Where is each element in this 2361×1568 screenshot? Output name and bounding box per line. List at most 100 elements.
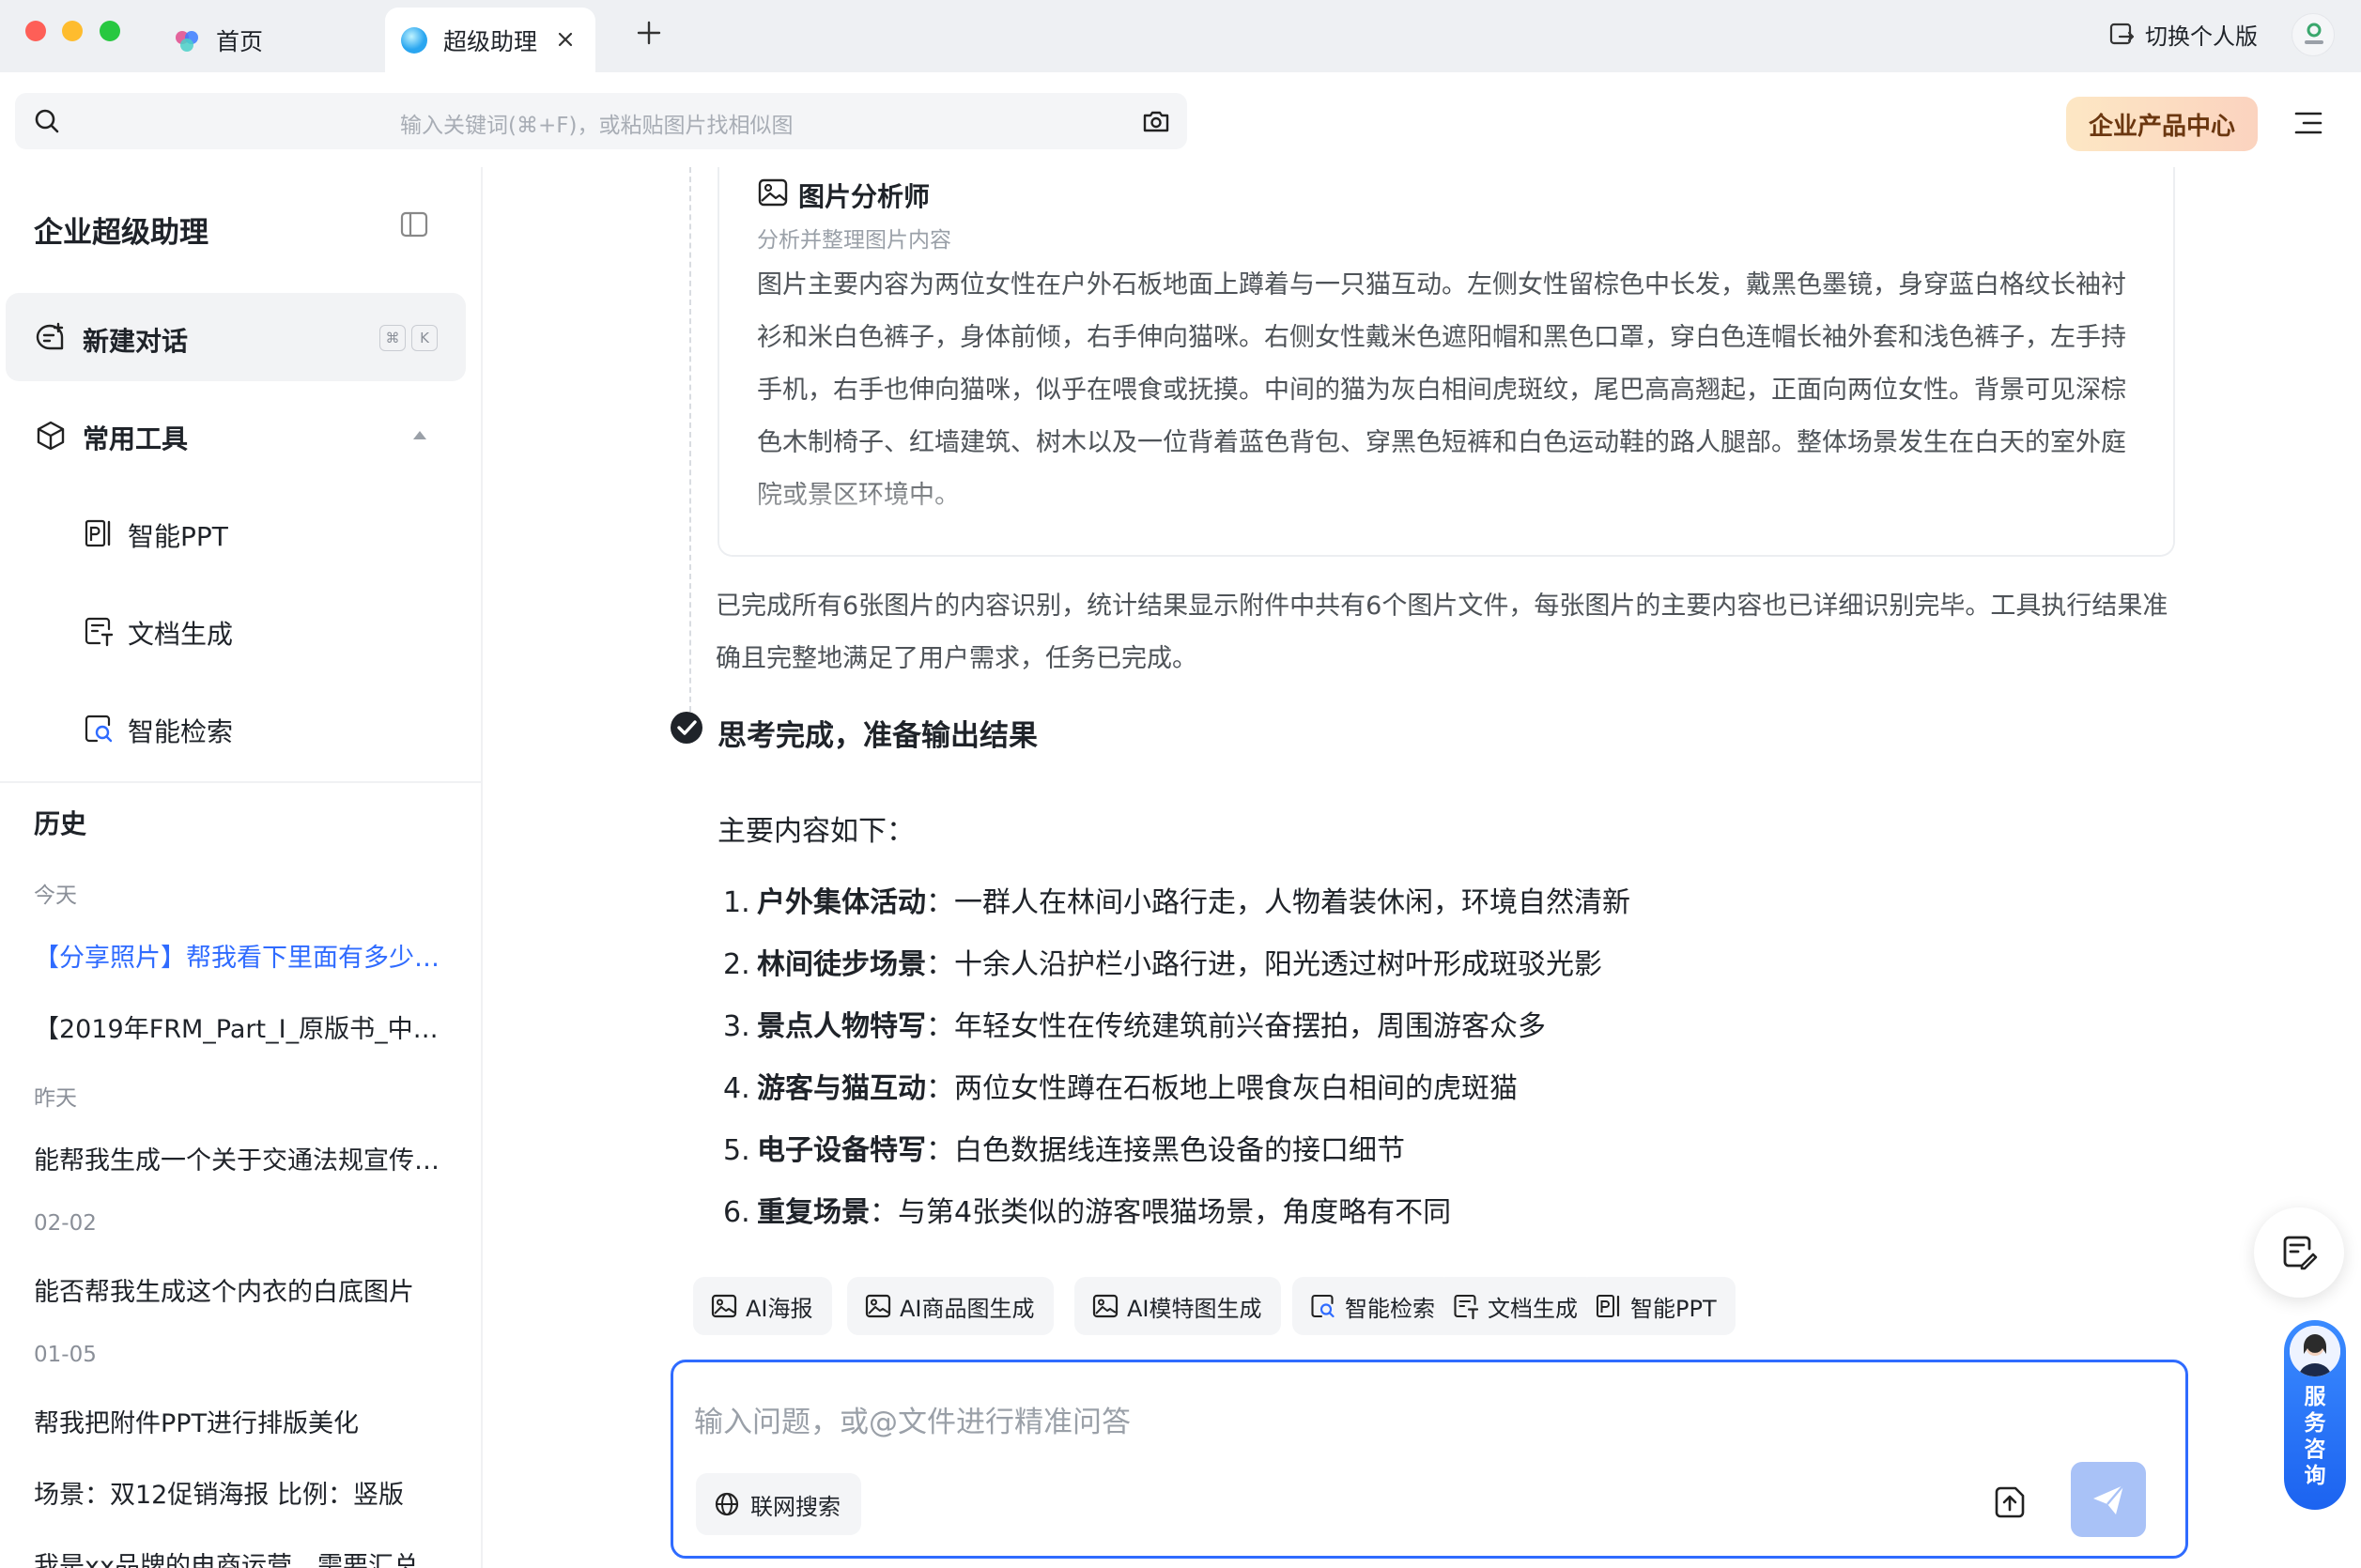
send-icon [2088,1479,2129,1520]
web-search-label: 联网搜索 [750,1493,841,1520]
list-number: 1. [723,886,750,919]
history-item[interactable]: 能帮我生成一个关于交通法规宣传的海报吗 [34,1140,447,1176]
send-button[interactable] [2071,1462,2146,1537]
switch-icon [2107,20,2136,48]
history-item[interactable]: 【2019年FRM_Part_I_原版书_中文翻译版 [34,1008,447,1045]
chip-ai-model-image[interactable]: AI模特图生成 [1074,1277,1281,1335]
sidebar-title: 企业超级助理 [34,216,208,250]
thinking-timeline [689,167,691,712]
chip-smart-ppt[interactable]: 智能PPT [1578,1277,1736,1335]
image-icon [757,177,789,208]
common-tools-toggle[interactable]: 常用工具 [34,417,447,454]
shortcut-command-key: ⌘ [379,325,406,351]
history-group-label: 昨天 [34,1086,77,1111]
list-item-desc: ：一群人在林间小路行走，人物着装休闲，环境自然清新 [926,886,1630,919]
new-tab-plus-icon[interactable] [635,19,663,47]
result-intro: 主要内容如下： [718,815,915,848]
chip-label: 文档生成 [1488,1295,1578,1322]
doc-generate-icon [83,614,115,648]
list-item-title: 游客与猫互动 [757,1072,926,1105]
chip-smart-search[interactable]: 智能检索 [1292,1277,1454,1335]
check-circle-icon [669,710,704,746]
list-number: 3. [723,1010,750,1043]
sidebar-collapse-icon[interactable] [398,208,430,240]
switch-personal-button[interactable]: 切换个人版 [2107,17,2258,51]
tool-summary-text: 已完成所有6张图片的内容识别，统计结果显示附件中共有6个图片文件，每张图片的主要… [716,592,2168,673]
service-consult-button[interactable]: 服务咨询 [2284,1320,2346,1510]
menu-icon[interactable] [2292,106,2325,140]
list-item-desc: ：白色数据线连接黑色设备的接口细节 [926,1134,1405,1167]
history-group-label: 01-05 [34,1343,97,1367]
list-item-title: 电子设备特写 [757,1134,926,1167]
list-item-desc: ：年轻女性在传统建筑前兴奋摆拍，周围游客众多 [926,1010,1546,1043]
image-analyst-card: 图片分析师 分析并整理图片内容 图片主要内容为两位女性在户外石板地面上蹲着与一只… [718,167,2175,557]
list-item: 6. 重复场景：与第4张类似的游客喂猫场景，角度略有不同 [723,1189,2188,1251]
list-item: 5. 电子设备特写：白色数据线连接黑色设备的接口细节 [723,1127,2188,1189]
history-item[interactable]: 帮我把附件PPT进行排版美化 [34,1403,447,1439]
list-number: 6. [723,1196,750,1229]
common-tools-label: 常用工具 [83,423,189,454]
window-close-button[interactable] [25,21,46,41]
list-number: 4. [723,1072,750,1105]
assistant-orb-icon [398,24,430,56]
tab-super-assistant[interactable]: 超级助理 [385,8,595,72]
top-search-row: 输入关键词(⌘+F)，或粘贴图片找相似图 企业产品中心 [0,72,2361,167]
search-placeholder: 输入关键词(⌘+F)，或粘贴图片找相似图 [400,114,794,138]
chip-doc-generate[interactable]: 文档生成 [1435,1277,1597,1335]
chip-label: AI海报 [746,1295,813,1322]
smart-search-icon [1309,1292,1337,1320]
history-group-label: 今天 [34,884,77,908]
chip-ai-product-image[interactable]: AI商品图生成 [847,1277,1054,1335]
global-search-input[interactable]: 输入关键词(⌘+F)，或粘贴图片找相似图 [15,93,1187,149]
list-item-title: 户外集体活动 [757,886,926,919]
camera-icon[interactable] [1140,105,1172,137]
sidebar-item-smart-ppt[interactable]: 智能PPT [83,515,440,552]
window-maximize-button[interactable] [100,21,120,41]
history-item-active[interactable]: 【分享照片】帮我看下里面有多少张图片，并识别每张图片的主要内容 [34,937,447,974]
service-agent-avatar [2290,1326,2340,1376]
tab-home-label: 首页 [216,27,264,55]
sidebar: 企业超级助理 新建对话 ⌘ K 常用工具 智能PPT 文档生成 智能检索 历史 … [0,167,483,1568]
web-search-toggle[interactable]: 联网搜索 [696,1473,861,1535]
image-icon [864,1292,892,1320]
fade-overlay [719,470,2173,555]
history-item[interactable]: 场景：双12促销海报 比例：竖版 [34,1474,447,1511]
sidebar-item-smart-search[interactable]: 智能检索 [83,710,440,747]
smart-search-icon [83,712,115,746]
image-icon [1091,1292,1119,1320]
search-icon [32,106,62,136]
new-chat-button[interactable]: 新建对话 ⌘ K [6,293,466,381]
enterprise-product-center-button[interactable]: 企业产品中心 [2066,97,2258,151]
chip-label: AI商品图生成 [900,1295,1035,1322]
tab-home[interactable]: 首页 [171,8,378,72]
list-item-desc: ：两位女性蹲在石板地上喂食灰白相间的虎斑猫 [926,1072,1518,1105]
list-item: 4. 游客与猫互动：两位女性蹲在石板地上喂食灰白相间的虎斑猫 [723,1065,2188,1127]
chip-ai-poster[interactable]: AI海报 [693,1277,832,1335]
history-item[interactable]: 我是xx品牌的电商运营，需要汇总 [34,1545,447,1568]
user-avatar[interactable] [2292,13,2335,56]
upload-file-icon[interactable] [1990,1483,2029,1522]
list-item-title: 景点人物特写 [757,1010,926,1043]
list-item: 1. 户外集体活动：一群人在林间小路行走，人物着装休闲，环境自然清新 [723,879,2188,941]
note-edit-button[interactable] [2254,1207,2344,1298]
sidebar-item-doc-generate[interactable]: 文档生成 [83,612,440,650]
thinking-done-label: 思考完成，准备输出结果 [718,719,1038,753]
analyst-subtitle: 分析并整理图片内容 [757,228,951,253]
tab-super-assistant-label: 超级助理 [443,27,538,55]
list-item-title: 林间徒步场景 [757,948,926,981]
caret-up-icon [411,428,428,441]
new-chat-icon [34,321,68,355]
chat-input[interactable]: 输入问题，或@文件进行精准问答 联网搜索 [671,1360,2188,1559]
chip-label: AI模特图生成 [1127,1295,1262,1322]
window-minimize-button[interactable] [62,21,83,41]
image-icon [710,1292,738,1320]
list-number: 2. [723,948,750,981]
history-group-label: 02-02 [34,1211,97,1236]
doc-generate-icon [1452,1292,1480,1320]
close-icon[interactable] [554,28,577,51]
history-item[interactable]: 能否帮我生成这个内衣的白底图片 [34,1271,447,1308]
list-item-title: 重复场景 [757,1196,870,1229]
chip-label: 智能PPT [1630,1295,1717,1322]
chip-label: 智能检索 [1345,1295,1435,1322]
divider [0,781,481,783]
